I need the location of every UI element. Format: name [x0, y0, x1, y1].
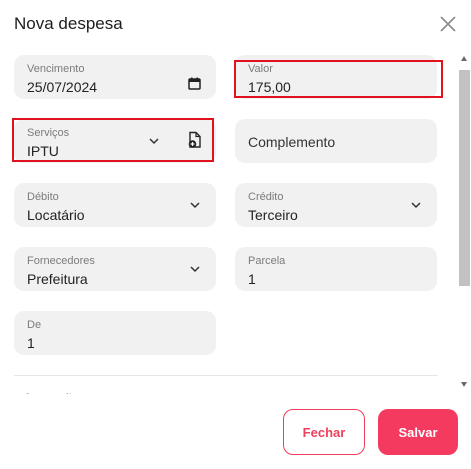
parcela-value: 1: [248, 271, 256, 287]
chevron-down-icon[interactable]: [188, 262, 202, 276]
dialog-title: Nova despesa: [14, 14, 123, 33]
complemento-placeholder: Complemento: [248, 134, 336, 150]
fornecedores-select[interactable]: Fornecedores Prefeitura: [14, 247, 216, 291]
vertical-scrollbar[interactable]: [458, 54, 471, 392]
vencimento-value: 25/07/2024: [27, 79, 98, 95]
add-document-icon[interactable]: [187, 131, 203, 149]
credito-select[interactable]: Crédito Terceiro: [235, 183, 437, 227]
de-label: De: [27, 319, 42, 331]
chevron-down-icon[interactable]: [409, 198, 423, 212]
calendar-icon[interactable]: [188, 77, 201, 90]
section-divider: [14, 375, 438, 376]
debito-select[interactable]: Débito Locatário: [14, 183, 216, 227]
debito-label: Débito: [27, 191, 59, 203]
credito-value: Terceiro: [248, 207, 298, 223]
chevron-down-icon[interactable]: [188, 198, 202, 212]
fornecedores-value: Prefeitura: [27, 271, 88, 287]
valor-label: Valor: [248, 63, 273, 75]
valor-field[interactable]: Valor 175,00: [235, 55, 437, 99]
de-field[interactable]: De 1: [14, 311, 216, 355]
servicos-field[interactable]: Serviços IPTU: [14, 119, 216, 163]
parcela-label: Parcela: [248, 255, 286, 267]
complemento-field[interactable]: Complemento: [235, 119, 437, 163]
servicos-label: Serviços: [27, 127, 70, 139]
form-scroll-area[interactable]: Vencimento 25/07/2024 Valor 175,00 Servi…: [0, 48, 471, 394]
debito-value: Locatário: [27, 207, 85, 223]
parcela-field[interactable]: Parcela 1: [235, 247, 437, 291]
servicos-value: IPTU: [27, 143, 59, 159]
scrollbar-thumb[interactable]: [459, 70, 470, 286]
scroll-down-arrow-icon[interactable]: [461, 382, 467, 387]
vencimento-field[interactable]: Vencimento 25/07/2024: [14, 55, 216, 99]
fechar-button[interactable]: Fechar: [283, 409, 365, 455]
salvar-button[interactable]: Salvar: [378, 409, 458, 455]
scroll-up-arrow-icon[interactable]: [461, 56, 467, 61]
next-section-heading: Informações: [14, 386, 86, 394]
de-value: 1: [27, 335, 35, 351]
chevron-down-icon[interactable]: [147, 134, 161, 148]
credito-label: Crédito: [248, 191, 284, 203]
fornecedores-label: Fornecedores: [27, 255, 95, 267]
valor-value: 175,00: [248, 79, 291, 95]
close-icon[interactable]: [438, 14, 458, 34]
vencimento-label: Vencimento: [27, 63, 85, 75]
